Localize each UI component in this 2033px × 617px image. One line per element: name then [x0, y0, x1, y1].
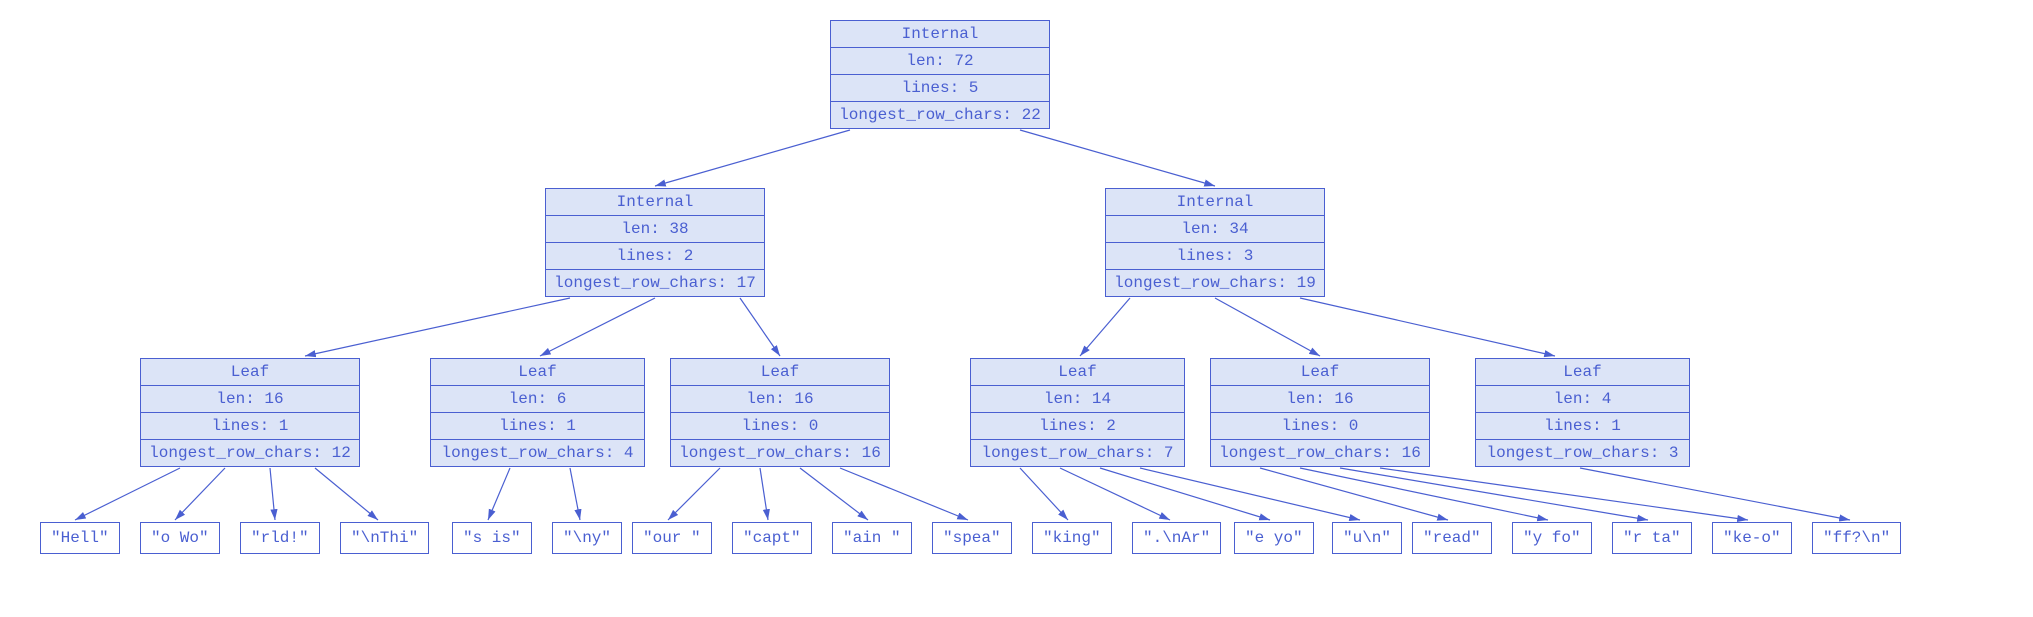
node-type: Internal: [831, 21, 1049, 48]
chunk-ny: "\ny": [552, 522, 622, 554]
node-longest: longest_row_chars: 12: [141, 440, 359, 466]
chunk-un: "u\n": [1332, 522, 1402, 554]
leaf-node-2: Leaf len: 6 lines: 1 longest_row_chars: …: [430, 358, 645, 467]
chunk-rta: "r ta": [1612, 522, 1692, 554]
node-lines: lines: 2: [546, 243, 764, 270]
node-lines: lines: 5: [831, 75, 1049, 102]
chunk-read: "read": [1412, 522, 1492, 554]
node-longest: longest_row_chars: 19: [1106, 270, 1324, 296]
node-lines: lines: 2: [971, 413, 1184, 440]
node-longest: longest_row_chars: 7: [971, 440, 1184, 466]
node-len: len: 38: [546, 216, 764, 243]
chunk-keo: "ke-o": [1712, 522, 1792, 554]
node-len: len: 16: [141, 386, 359, 413]
node-longest: longest_row_chars: 3: [1476, 440, 1689, 466]
node-len: len: 16: [1211, 386, 1429, 413]
node-type: Internal: [546, 189, 764, 216]
leaf-node-3: Leaf len: 16 lines: 0 longest_row_chars:…: [670, 358, 890, 467]
node-longest: longest_row_chars: 17: [546, 270, 764, 296]
node-type: Leaf: [671, 359, 889, 386]
chunk-rld: "rld!": [240, 522, 320, 554]
chunk-ain: "ain ": [832, 522, 912, 554]
node-lines: lines: 0: [671, 413, 889, 440]
left-internal-node: Internal len: 38 lines: 2 longest_row_ch…: [545, 188, 765, 297]
node-len: len: 16: [671, 386, 889, 413]
node-type: Leaf: [141, 359, 359, 386]
chunk-nar: ".\nAr": [1132, 522, 1221, 554]
node-longest: longest_row_chars: 22: [831, 102, 1049, 128]
node-longest: longest_row_chars: 16: [1211, 440, 1429, 466]
chunk-sis: "s is": [452, 522, 532, 554]
chunk-eyo: "e yo": [1234, 522, 1314, 554]
root-internal-node: Internal len: 72 lines: 5 longest_row_ch…: [830, 20, 1050, 129]
node-len: len: 4: [1476, 386, 1689, 413]
node-len: len: 34: [1106, 216, 1324, 243]
leaf-node-4: Leaf len: 14 lines: 2 longest_row_chars:…: [970, 358, 1185, 467]
node-type: Leaf: [431, 359, 644, 386]
node-type: Leaf: [971, 359, 1184, 386]
chunk-our: "our ": [632, 522, 712, 554]
node-type: Leaf: [1476, 359, 1689, 386]
right-internal-node: Internal len: 34 lines: 3 longest_row_ch…: [1105, 188, 1325, 297]
node-lines: lines: 1: [141, 413, 359, 440]
leaf-node-1: Leaf len: 16 lines: 1 longest_row_chars:…: [140, 358, 360, 467]
chunk-yfo: "y fo": [1512, 522, 1592, 554]
chunk-ffn: "ff?\n": [1812, 522, 1901, 554]
node-type: Leaf: [1211, 359, 1429, 386]
chunk-owo: "o Wo": [140, 522, 220, 554]
node-lines: lines: 1: [431, 413, 644, 440]
node-lines: lines: 1: [1476, 413, 1689, 440]
node-lines: lines: 3: [1106, 243, 1324, 270]
node-len: len: 72: [831, 48, 1049, 75]
node-len: len: 6: [431, 386, 644, 413]
leaf-node-6: Leaf len: 4 lines: 1 longest_row_chars: …: [1475, 358, 1690, 467]
node-lines: lines: 0: [1211, 413, 1429, 440]
chunk-king: "king": [1032, 522, 1112, 554]
leaf-node-5: Leaf len: 16 lines: 0 longest_row_chars:…: [1210, 358, 1430, 467]
chunk-hell: "Hell": [40, 522, 120, 554]
chunk-spea: "spea": [932, 522, 1012, 554]
node-longest: longest_row_chars: 16: [671, 440, 889, 466]
node-longest: longest_row_chars: 4: [431, 440, 644, 466]
node-type: Internal: [1106, 189, 1324, 216]
chunk-nthi: "\nThi": [340, 522, 429, 554]
chunk-capt: "capt": [732, 522, 812, 554]
node-len: len: 14: [971, 386, 1184, 413]
